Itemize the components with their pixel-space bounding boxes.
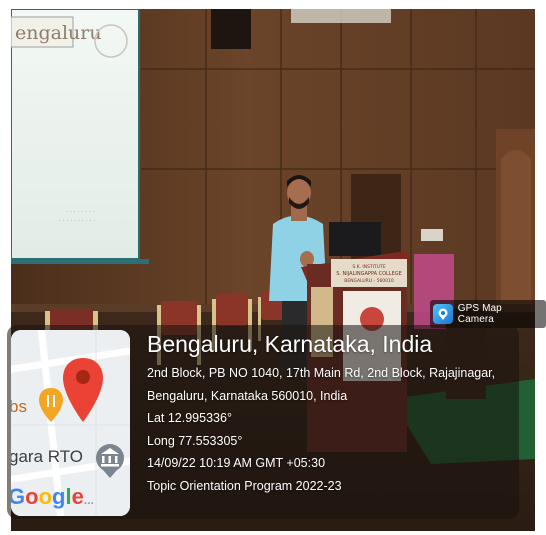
map-label-rto: gara RTO <box>11 447 83 466</box>
map-thumbnail: bs gara RTO Google... <box>11 330 130 516</box>
podium-sign-line1: S.K. INSTITUTE <box>352 264 386 270</box>
svg-text:· · · · · · · ·: · · · · · · · · <box>66 209 95 216</box>
timestamp: 14/09/22 10:19 AM GMT +05:30 <box>147 456 326 470</box>
podium-sign-line3: BENGALURU - 560010 <box>344 278 394 284</box>
map-label-left: bs <box>11 397 27 416</box>
google-logo: Google... <box>11 484 94 509</box>
laptop <box>329 222 381 256</box>
speaker-box <box>211 9 251 49</box>
address-line-2: Bengaluru, Karnataka 560010, India <box>147 388 348 403</box>
podium-sign-line2: S. NIJALINGAPPA COLLEGE <box>336 271 402 277</box>
svg-text:· · · · · · · · · ·: · · · · · · · · · · <box>59 218 95 225</box>
projector-screen-text: engaluru <box>15 22 102 44</box>
longitude: Long 77.553305° <box>147 433 243 448</box>
location-caption: Bengaluru, Karnataka, India 2nd Block, P… <box>147 330 517 497</box>
map-pin-camera-icon <box>433 304 453 324</box>
gps-badge-label: GPS Map Camera <box>457 303 502 325</box>
location-title: Bengaluru, Karnataka, India <box>147 331 433 357</box>
latitude: Lat 12.995336° <box>147 411 232 425</box>
event-note: Topic Orientation Program 2022-23 <box>147 478 342 493</box>
google-brand-text: Google... <box>11 484 94 509</box>
address-line-1: 2nd Block, PB NO 1040, 17th Main Rd, 2nd… <box>147 366 496 380</box>
gps-map-camera-badge: GPS Map Camera <box>430 300 546 328</box>
